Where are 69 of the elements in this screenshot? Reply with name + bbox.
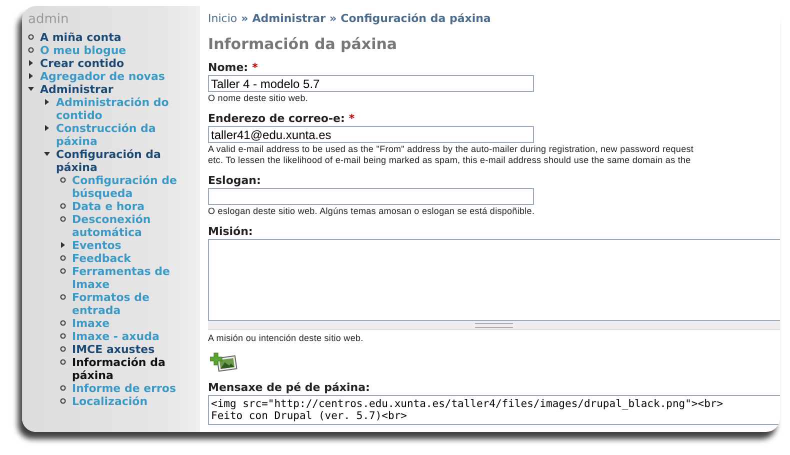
menu-link[interactable]: Desconexión automática xyxy=(72,213,200,239)
menu-link[interactable]: Localización xyxy=(72,395,148,408)
code-text-area[interactable]: <img src="http://centros.edu.xunta.es/taller4/files/images/drupal_black.png"><br> Feito con Drupal (ver. 5.7)<br> xyxy=(208,395,780,425)
field-label: Misión: xyxy=(208,225,253,238)
menu-link[interactable]: Configuración de búsqueda xyxy=(72,174,200,200)
menu-link[interactable]: Eventos xyxy=(72,239,122,252)
field-label: Mensaxe de pé de páxina: xyxy=(208,381,370,394)
breadcrumb-link[interactable]: Administrar xyxy=(252,12,326,25)
menu-link[interactable]: IMCE axustes xyxy=(72,343,155,356)
add-image-icon[interactable] xyxy=(210,351,238,373)
menu-link[interactable]: Configuración da páxina xyxy=(56,148,200,174)
sidebar-title: admin xyxy=(28,12,70,27)
field-label: Eslogan: xyxy=(208,174,261,187)
field-description: A valid e-mail address to be used as the "From" address by the auto-mailer during registration, new password request xyxy=(208,144,695,155)
expanded-triangle-icon[interactable] xyxy=(28,86,34,92)
breadcrumb-link[interactable]: Configuración da páxina xyxy=(340,12,491,25)
menu-link[interactable]: A miña conta xyxy=(40,31,122,44)
field-label: Nome: xyxy=(208,61,248,74)
required-mark: * xyxy=(348,112,355,125)
collapsed-triangle-icon[interactable] xyxy=(28,73,34,79)
page-title: Información da páxina xyxy=(208,35,398,53)
breadcrumb-separator: » xyxy=(241,12,248,25)
resize-handle[interactable] xyxy=(208,321,780,330)
bullet-icon xyxy=(60,216,66,222)
field-label: Enderezo de correo-e: xyxy=(208,112,345,125)
field-description: A misión ou intención deste sitio web. xyxy=(208,333,364,344)
collapsed-triangle-icon[interactable] xyxy=(28,60,34,66)
menu-link[interactable]: Informe de erros xyxy=(72,382,176,395)
bullet-icon xyxy=(60,398,66,404)
menu-link[interactable]: Data e hora xyxy=(72,200,145,213)
menu-link[interactable]: Formatos de entrada xyxy=(72,291,200,317)
menu-link[interactable]: Administrar xyxy=(40,83,114,96)
menu-link[interactable]: Información da páxina xyxy=(72,356,200,382)
collapsed-triangle-icon[interactable] xyxy=(60,242,66,248)
text-field[interactable]: taller41@edu.xunta.es xyxy=(208,126,534,143)
bullet-icon xyxy=(60,320,66,326)
field-description: etc. To lessen the likelihood of e-mail being marked as spam, this e-mail address should use the same domain as the xyxy=(208,155,692,166)
bullet-icon xyxy=(60,294,66,300)
text-field[interactable]: Taller 4 - modelo 5.7 xyxy=(208,75,534,92)
code-line: Feito con Drupal (ver. 5.7)<br> xyxy=(211,410,408,422)
text-field[interactable] xyxy=(208,188,534,205)
menu-link[interactable]: Agregador de novas xyxy=(40,70,165,83)
menu-link[interactable]: O meu blogue xyxy=(40,44,126,57)
menu-link[interactable]: Crear contido xyxy=(40,57,124,70)
bullet-icon xyxy=(60,177,66,183)
bullet-icon xyxy=(60,346,66,352)
bullet-icon xyxy=(60,359,66,365)
breadcrumb-separator: » xyxy=(330,12,337,25)
expanded-triangle-icon[interactable] xyxy=(44,151,50,157)
menu-link[interactable]: Administración do contido xyxy=(56,96,200,122)
required-mark: * xyxy=(252,61,258,74)
field-description: O nome deste sitio web. xyxy=(208,93,309,104)
field-description: O eslogan deste sitio web. Algúns temas amosan o eslogan se está dispoñible. xyxy=(208,206,536,217)
menu-link[interactable]: Construcción da páxina xyxy=(56,122,200,148)
menu-link[interactable]: Imaxe - axuda xyxy=(72,330,160,343)
bullet-icon xyxy=(60,268,66,274)
menu-link[interactable]: Ferramentas de Imaxe xyxy=(72,265,200,291)
bullet-icon xyxy=(60,255,66,261)
bullet-icon xyxy=(60,385,66,391)
bullet-icon xyxy=(60,203,66,209)
bullet-icon xyxy=(60,333,66,339)
collapsed-triangle-icon[interactable] xyxy=(44,99,50,105)
code-line: <img src="http://centros.edu.xunta.es/taller4/files/images/drupal_black.png"><br> xyxy=(211,398,724,410)
bullet-icon xyxy=(28,47,34,53)
bullet-icon xyxy=(28,34,34,40)
menu-link[interactable]: Imaxe xyxy=(72,317,110,330)
breadcrumb-link[interactable]: Inicio xyxy=(208,12,238,25)
menu-link[interactable]: Feedback xyxy=(72,252,131,265)
collapsed-triangle-icon[interactable] xyxy=(44,125,50,131)
